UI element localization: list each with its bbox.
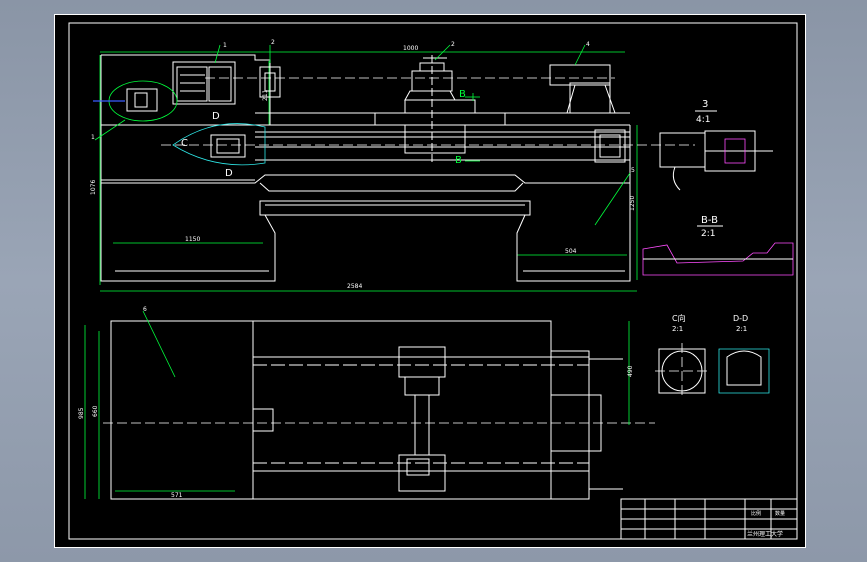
balloon-2b: 2 <box>451 41 455 48</box>
bb-section-view <box>642 242 794 276</box>
cad-drawing: 1000 2584 1150 504 1076 1250 211 1 2 2 4… <box>68 22 798 540</box>
dim-1250: 1250 <box>629 196 636 211</box>
dim-660: 660 <box>92 405 99 417</box>
top-view <box>84 310 655 500</box>
bb-title: B-B <box>701 215 718 226</box>
dim-504: 504 <box>565 248 577 255</box>
dd-title: D-D <box>733 314 748 323</box>
balloon-1b: 1 <box>91 134 95 141</box>
dim-490: 490 <box>627 365 634 377</box>
detail-3-view <box>659 130 773 191</box>
c-view <box>655 343 709 399</box>
label-section-b-top: B <box>459 89 466 100</box>
c-view-title: C向 <box>672 313 686 323</box>
dim-211: 211 <box>262 89 269 101</box>
balloon-4: 4 <box>586 41 590 48</box>
dim-1150: 1150 <box>185 236 200 243</box>
title-block-school: 兰州理工大学 <box>747 530 783 538</box>
detail-3-scale: 4:1 <box>696 115 710 125</box>
label-section-d-bottom: D <box>225 168 233 179</box>
label-section-c: C <box>181 138 188 149</box>
dd-scale: 2:1 <box>736 325 747 333</box>
c-view-scale: 2:1 <box>672 325 683 333</box>
title-block-qty-label: 数量 <box>775 510 785 517</box>
balloon-1: 1 <box>223 42 227 49</box>
dim-1000: 1000 <box>403 45 418 52</box>
dim-1076: 1076 <box>90 180 97 195</box>
bb-scale: 2:1 <box>701 229 715 239</box>
dim-985: 985 <box>78 407 85 419</box>
dim-2584: 2584 <box>347 283 362 290</box>
label-section-b-bottom: B <box>455 155 462 166</box>
drawing-sheet: 1000 2584 1150 504 1076 1250 211 1 2 2 4… <box>54 14 806 548</box>
front-view <box>93 44 695 292</box>
label-section-d-top: D <box>212 111 220 122</box>
balloon-2: 2 <box>271 39 275 46</box>
dd-section-view <box>718 348 770 394</box>
title-block-scale-label: 比例 <box>751 510 761 517</box>
balloon-5: 5 <box>631 167 635 174</box>
dim-571: 571 <box>171 492 183 499</box>
detail-3-title: 3 <box>702 99 708 110</box>
